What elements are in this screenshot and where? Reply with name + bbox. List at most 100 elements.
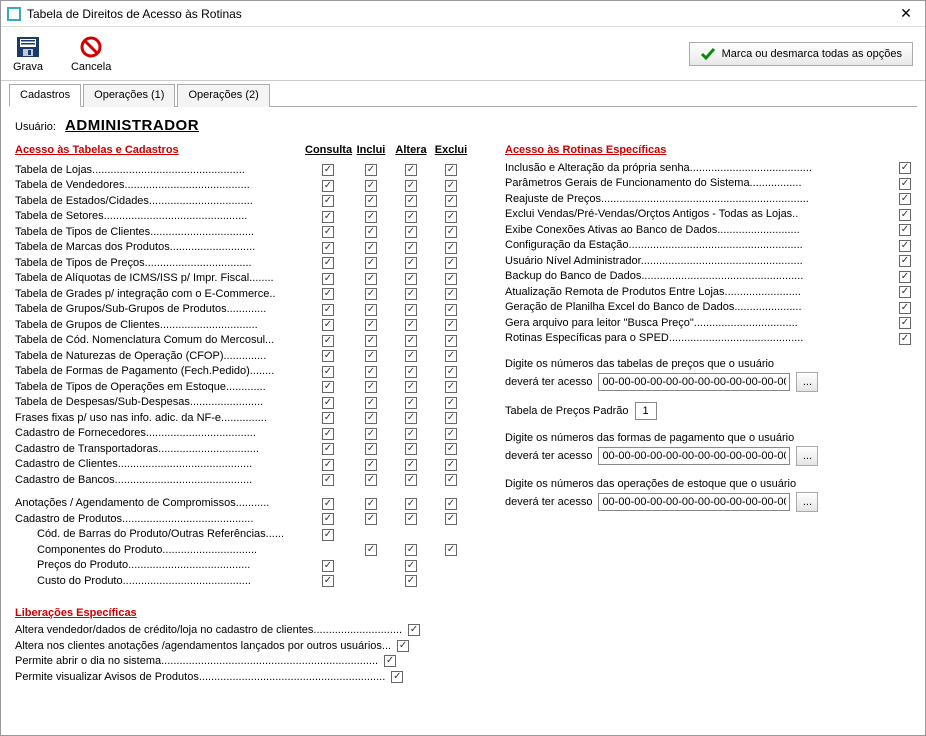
checkbox[interactable] — [322, 443, 334, 455]
checkbox[interactable] — [445, 412, 457, 424]
checkbox[interactable] — [405, 164, 417, 176]
checkbox[interactable] — [322, 242, 334, 254]
checkbox[interactable] — [365, 335, 377, 347]
checkbox[interactable] — [445, 544, 457, 556]
checkbox[interactable] — [405, 381, 417, 393]
checkbox[interactable] — [405, 242, 417, 254]
checkbox[interactable] — [365, 257, 377, 269]
checkbox[interactable] — [365, 180, 377, 192]
checkbox[interactable] — [405, 304, 417, 316]
checkbox[interactable] — [405, 498, 417, 510]
checkbox[interactable] — [445, 335, 457, 347]
checkbox[interactable] — [322, 397, 334, 409]
checkbox[interactable] — [445, 242, 457, 254]
checkbox[interactable] — [365, 428, 377, 440]
checkbox[interactable] — [322, 366, 334, 378]
checkbox[interactable] — [405, 257, 417, 269]
checkbox[interactable] — [405, 443, 417, 455]
payments-input[interactable] — [598, 447, 790, 465]
default-table-input[interactable] — [635, 402, 657, 420]
checkbox[interactable] — [405, 428, 417, 440]
stockops-input[interactable] — [598, 493, 790, 511]
checkbox[interactable] — [365, 412, 377, 424]
checkbox[interactable] — [391, 671, 403, 683]
checkbox[interactable] — [322, 474, 334, 486]
payments-browse-button[interactable]: ... — [796, 446, 818, 466]
checkbox[interactable] — [322, 529, 334, 541]
tables-input[interactable] — [598, 373, 790, 391]
checkbox[interactable] — [322, 164, 334, 176]
checkbox[interactable] — [445, 498, 457, 510]
checkbox[interactable] — [405, 412, 417, 424]
checkbox[interactable] — [445, 381, 457, 393]
checkbox[interactable] — [445, 195, 457, 207]
tab-cadastros[interactable]: Cadastros — [9, 84, 81, 107]
checkbox[interactable] — [899, 162, 911, 174]
checkbox[interactable] — [405, 513, 417, 525]
save-button[interactable]: Grava — [13, 35, 43, 73]
checkbox[interactable] — [405, 560, 417, 572]
checkbox[interactable] — [397, 640, 409, 652]
checkbox[interactable] — [322, 195, 334, 207]
checkbox[interactable] — [322, 273, 334, 285]
checkbox[interactable] — [384, 655, 396, 667]
checkbox[interactable] — [405, 226, 417, 238]
checkbox[interactable] — [322, 288, 334, 300]
checkbox[interactable] — [899, 317, 911, 329]
checkbox[interactable] — [405, 180, 417, 192]
checkbox[interactable] — [899, 255, 911, 267]
checkbox[interactable] — [365, 273, 377, 285]
checkbox[interactable] — [405, 350, 417, 362]
checkbox[interactable] — [445, 180, 457, 192]
checkbox[interactable] — [899, 286, 911, 298]
checkbox[interactable] — [322, 560, 334, 572]
tab-operacoes-2[interactable]: Operações (2) — [177, 84, 269, 107]
checkbox[interactable] — [445, 226, 457, 238]
checkbox[interactable] — [899, 209, 911, 221]
checkbox[interactable] — [322, 513, 334, 525]
checkbox[interactable] — [322, 211, 334, 223]
checkbox[interactable] — [445, 350, 457, 362]
checkbox[interactable] — [405, 575, 417, 587]
checkbox[interactable] — [322, 381, 334, 393]
checkbox[interactable] — [322, 412, 334, 424]
checkbox[interactable] — [322, 335, 334, 347]
checkbox[interactable] — [322, 350, 334, 362]
checkbox[interactable] — [405, 397, 417, 409]
checkbox[interactable] — [322, 498, 334, 510]
checkbox[interactable] — [405, 366, 417, 378]
tab-operacoes-1[interactable]: Operações (1) — [83, 84, 175, 107]
checkbox[interactable] — [365, 443, 377, 455]
checkbox[interactable] — [445, 397, 457, 409]
checkbox[interactable] — [365, 474, 377, 486]
checkbox[interactable] — [445, 428, 457, 440]
mark-all-button[interactable]: Marca ou desmarca todas as opções — [689, 42, 913, 66]
checkbox[interactable] — [899, 240, 911, 252]
checkbox[interactable] — [445, 459, 457, 471]
checkbox[interactable] — [365, 242, 377, 254]
checkbox[interactable] — [445, 257, 457, 269]
checkbox[interactable] — [365, 164, 377, 176]
checkbox[interactable] — [365, 319, 377, 331]
checkbox[interactable] — [322, 304, 334, 316]
checkbox[interactable] — [365, 513, 377, 525]
checkbox[interactable] — [405, 273, 417, 285]
checkbox[interactable] — [365, 544, 377, 556]
checkbox[interactable] — [405, 335, 417, 347]
checkbox[interactable] — [445, 366, 457, 378]
checkbox[interactable] — [899, 193, 911, 205]
checkbox[interactable] — [408, 624, 420, 636]
checkbox[interactable] — [365, 381, 377, 393]
checkbox[interactable] — [405, 288, 417, 300]
checkbox[interactable] — [445, 211, 457, 223]
checkbox[interactable] — [405, 211, 417, 223]
checkbox[interactable] — [322, 575, 334, 587]
checkbox[interactable] — [365, 397, 377, 409]
checkbox[interactable] — [365, 195, 377, 207]
close-icon[interactable]: ✕ — [893, 5, 919, 22]
checkbox[interactable] — [445, 288, 457, 300]
checkbox[interactable] — [899, 271, 911, 283]
checkbox[interactable] — [365, 211, 377, 223]
checkbox[interactable] — [445, 474, 457, 486]
checkbox[interactable] — [365, 226, 377, 238]
